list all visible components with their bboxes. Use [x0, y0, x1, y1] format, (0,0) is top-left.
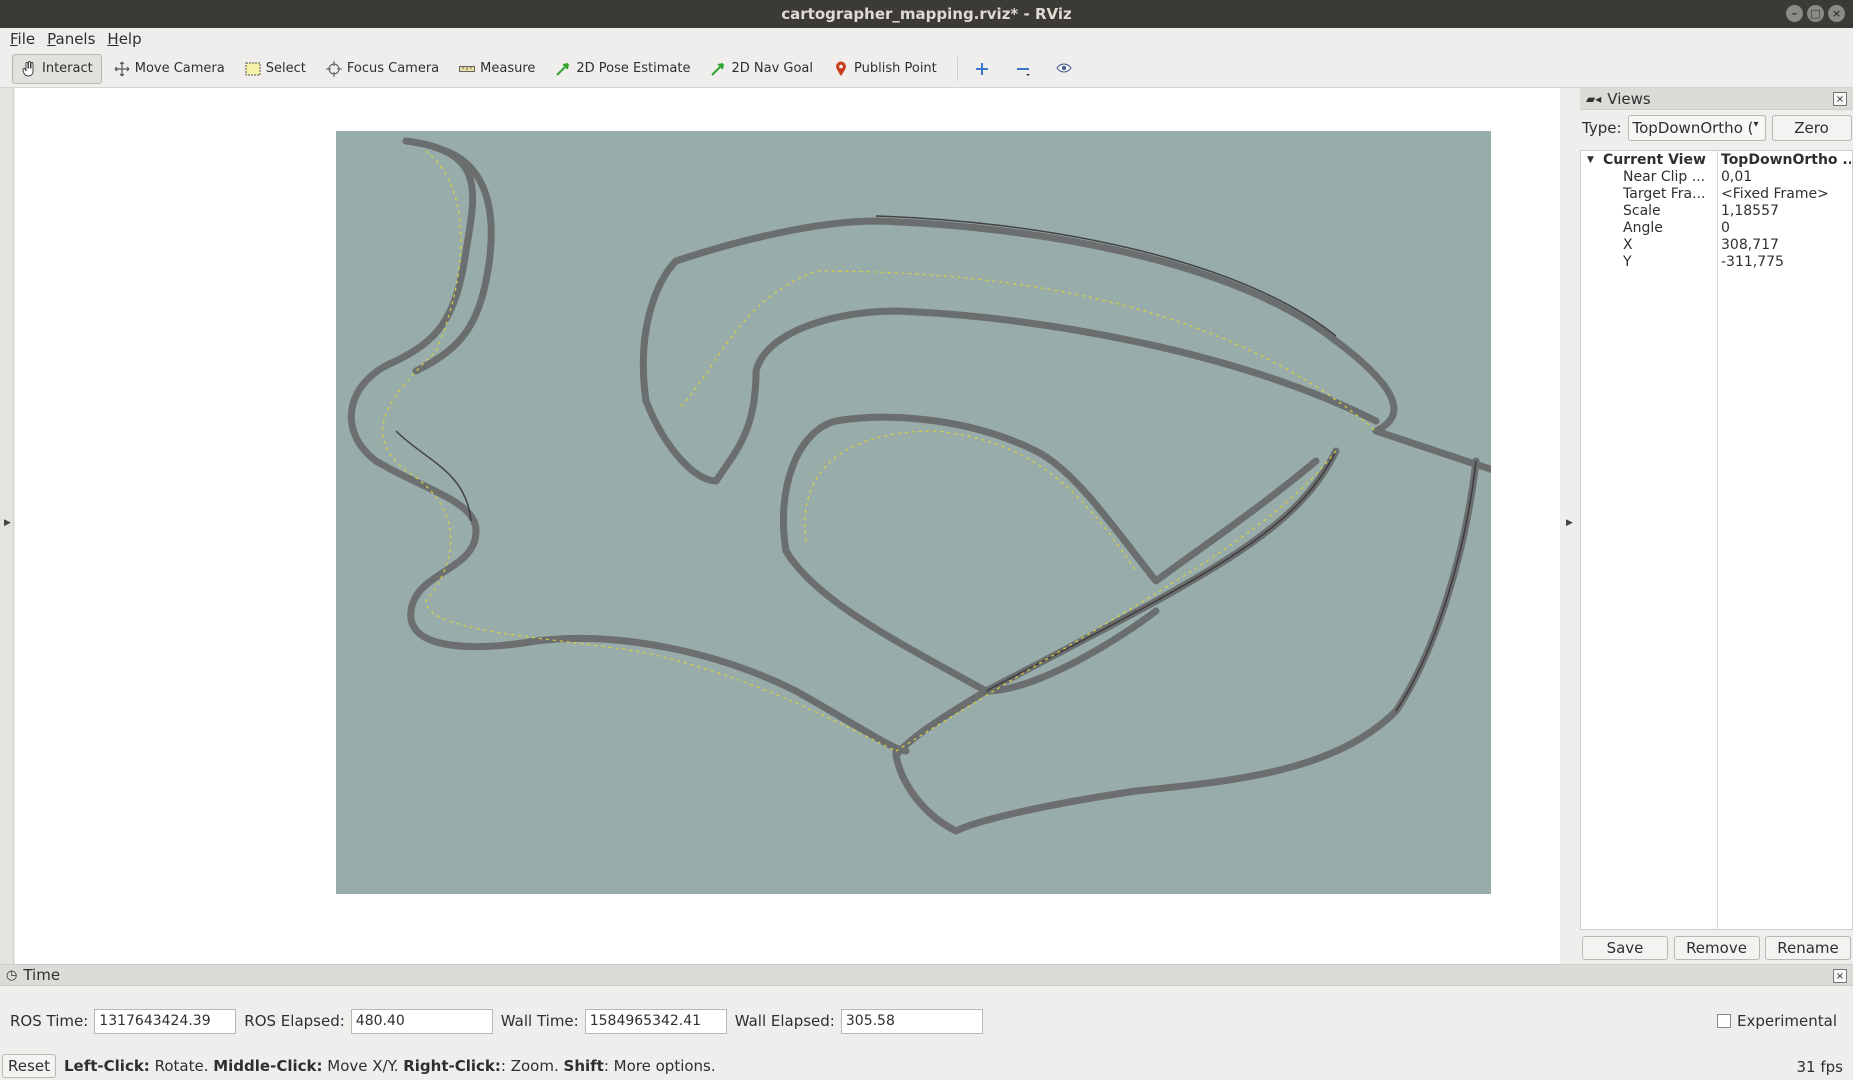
ros-elapsed-label: ROS Elapsed: [244, 1012, 345, 1030]
zero-button[interactable]: Zero [1771, 115, 1852, 141]
render-viewport[interactable] [15, 88, 1560, 964]
plus-icon [974, 61, 990, 77]
wall-elapsed-label: Wall Elapsed: [734, 1012, 835, 1030]
expand-right-icon: ▶ [1566, 518, 1573, 528]
wall-time-field[interactable]: 1584965342.41 [584, 1008, 727, 1034]
measure-tool-button[interactable]: Measure [451, 54, 543, 84]
view-type-row: Type: TopDownOrtho ( ▾ Zero [1580, 110, 1853, 146]
property-row[interactable]: X 308,717 [1581, 236, 1852, 253]
nav-goal-tool-button[interactable]: 2D Nav Goal [702, 54, 821, 84]
view-type-select[interactable]: TopDownOrtho ( ▾ [1627, 115, 1766, 141]
hand-pointer-icon [21, 60, 37, 77]
status-bar: Reset Left-Click: Rotate. Middle-Click: … [0, 1052, 1853, 1080]
ruler-icon [459, 61, 476, 77]
maximize-icon[interactable]: □ [1807, 5, 1824, 22]
minimize-icon[interactable]: – [1786, 5, 1803, 22]
property-row[interactable]: Target Fra... <Fixed Frame> [1581, 185, 1852, 202]
ros-time-label: ROS Time: [10, 1012, 89, 1030]
collapse-triangle-icon[interactable]: ▼ [1587, 155, 1594, 165]
views-button-row: Save Remove Rename [1580, 936, 1853, 962]
eye-icon [1056, 61, 1072, 77]
pose-estimate-tool-button[interactable]: 2D Pose Estimate [547, 54, 698, 84]
interact-tool-button[interactable]: Interact [12, 53, 102, 84]
views-panel-title: Views [1607, 89, 1651, 108]
wall-elapsed-field[interactable]: 305.58 [840, 1008, 983, 1034]
ros-time-field[interactable]: 1317643424.39 [94, 1008, 237, 1034]
views-panel-header: ▰◂ Views × [1580, 88, 1853, 110]
menu-file[interactable]: File [10, 30, 35, 48]
green-arrow-icon [710, 61, 726, 77]
menu-panels[interactable]: Panels [47, 30, 95, 48]
select-tool-button[interactable]: Select [237, 54, 314, 84]
toolbar-separator [956, 56, 958, 81]
green-arrow-icon [555, 61, 571, 77]
move-camera-tool-button[interactable]: Move Camera [106, 54, 233, 84]
property-row[interactable]: Near Clip ... 0,01 [1581, 168, 1852, 185]
menu-help[interactable]: Help [107, 30, 141, 48]
remove-view-button[interactable]: Remove [1673, 936, 1760, 960]
property-row[interactable]: Y -311,775 [1581, 253, 1852, 270]
menubar: File Panels Help [0, 28, 1853, 50]
time-panel-header: ◷ Time × [0, 964, 1853, 986]
close-icon[interactable]: × [1833, 969, 1847, 983]
right-dock-toggle[interactable]: ▶ [1560, 88, 1580, 964]
close-icon[interactable]: × [1833, 92, 1847, 106]
status-message: Left-Click: Rotate. Middle-Click: Move X… [64, 1057, 716, 1075]
ros-elapsed-field[interactable]: 480.40 [350, 1008, 493, 1034]
chevron-down-icon: ▾ [1753, 119, 1759, 130]
remove-tool-button[interactable] [1007, 54, 1044, 84]
close-icon[interactable]: × [1828, 5, 1845, 22]
experimental-checkbox[interactable] [1716, 1014, 1731, 1028]
views-panel: ▰◂ Views × Type: TopDownOrtho ( ▾ Zero ▼… [1580, 88, 1853, 964]
left-dock-toggle[interactable]: ▶ [0, 88, 14, 964]
save-view-button[interactable]: Save [1582, 936, 1668, 960]
map-pin-icon [833, 61, 849, 77]
time-fields-row: ROS Time: 1317643424.39 ROS Elapsed: 480… [0, 1000, 1853, 1042]
publish-point-tool-button[interactable]: Publish Point [825, 54, 945, 84]
experimental-toggle[interactable]: Experimental [1716, 1012, 1837, 1030]
property-row[interactable]: Scale 1,18557 [1581, 202, 1852, 219]
reset-button[interactable]: Reset [2, 1054, 56, 1078]
tool-visibility-button[interactable] [1048, 54, 1085, 84]
move-arrows-icon [114, 61, 130, 77]
map-drawing [347, 137, 1491, 835]
view-properties-tree: ▼ Current View TopDownOrtho ... Near Cli… [1580, 150, 1853, 930]
crosshair-icon [325, 60, 342, 77]
experimental-label: Experimental [1736, 1012, 1837, 1030]
camera-icon: ▰◂ [1586, 91, 1602, 106]
occupancy-map [336, 131, 1491, 894]
clock-icon: ◷ [6, 967, 18, 983]
selection-box-icon [245, 61, 261, 77]
property-row[interactable]: Angle 0 [1581, 219, 1852, 236]
wall-time-label: Wall Time: [500, 1012, 579, 1030]
time-panel-title: Time [23, 966, 61, 984]
current-view-row[interactable]: ▼ Current View TopDownOrtho ... [1581, 151, 1852, 168]
window-controls: – □ × [1786, 5, 1845, 22]
rename-view-button[interactable]: Rename [1765, 936, 1851, 960]
add-tool-button[interactable] [966, 54, 1003, 84]
expand-right-icon: ▶ [4, 518, 11, 528]
tools-toolbar: Interact Move Camera Select Focus Camera… [0, 50, 1853, 88]
fps-readout: 31 fps [1796, 1058, 1843, 1076]
map-walls [347, 137, 1491, 835]
robot-trajectory [382, 150, 1377, 752]
minus-icon [1015, 61, 1031, 77]
window-title: cartographer_mapping.rviz* - RViz [781, 5, 1072, 23]
focus-camera-tool-button[interactable]: Focus Camera [318, 54, 447, 84]
window-titlebar: cartographer_mapping.rviz* - RViz – □ × [0, 0, 1853, 28]
view-type-label: Type: [1582, 119, 1622, 137]
